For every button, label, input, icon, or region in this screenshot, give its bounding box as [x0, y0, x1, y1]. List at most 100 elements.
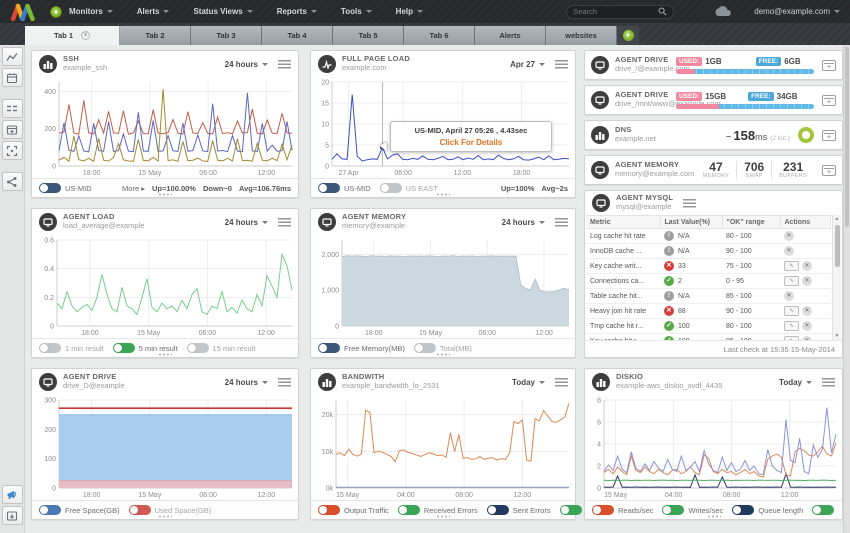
tab-1[interactable]: Tab 1x — [25, 26, 120, 45]
us-east-toggle[interactable] — [380, 183, 402, 193]
share-tool-button[interactable] — [2, 172, 23, 191]
drag-handle[interactable] — [436, 353, 450, 356]
nav-status-views[interactable]: Status Views — [193, 7, 252, 16]
nav-tools[interactable]: Tools — [341, 7, 372, 16]
add-monitor-icon[interactable]: + — [50, 6, 62, 18]
add-tab-button[interactable]: + — [617, 26, 639, 45]
tab-websites[interactable]: websites — [546, 26, 617, 45]
scroll-down-icon[interactable]: ▼ — [833, 333, 841, 339]
received-errors-toggle[interactable] — [398, 505, 420, 515]
all-toggle[interactable] — [560, 505, 582, 515]
output-traffic-toggle[interactable] — [318, 505, 340, 515]
tab-5[interactable]: Tab 5 — [333, 26, 404, 45]
search-icon[interactable] — [658, 7, 667, 16]
cloud-icon[interactable] — [714, 6, 732, 17]
all-toggle[interactable] — [812, 505, 834, 515]
queue-length-toggle[interactable] — [732, 505, 754, 515]
remove-icon[interactable]: ✕ — [802, 306, 812, 316]
full-page-load-chart[interactable]: 27 Apr06:0012:0018:0005101520 US-MID, Ap… — [312, 77, 574, 178]
sent-errors-toggle[interactable] — [487, 505, 509, 515]
column-header[interactable]: Last Value(%) — [660, 216, 722, 229]
tab-4[interactable]: Tab 4 — [262, 26, 333, 45]
free-memory-toggle[interactable] — [318, 343, 340, 353]
tab-3[interactable]: Tab 3 — [191, 26, 262, 45]
scroll-thumb[interactable] — [835, 225, 840, 267]
drag-handle[interactable] — [707, 515, 721, 518]
layout-tool-button[interactable] — [2, 99, 23, 118]
drag-handle[interactable] — [436, 193, 450, 196]
add-window-tool-button[interactable] — [2, 120, 23, 139]
widget-menu-icon[interactable] — [278, 60, 291, 69]
us-mid-toggle[interactable] — [39, 183, 61, 193]
widget-menu-icon[interactable] — [555, 378, 568, 387]
range-dropdown[interactable]: Today — [512, 378, 545, 387]
column-header[interactable]: Metric — [586, 216, 660, 229]
nav-monitors[interactable]: Monitors — [69, 7, 113, 16]
range-dropdown[interactable]: Today — [779, 378, 812, 387]
calendar-tool-button[interactable] — [2, 68, 23, 87]
sparkline-icon[interactable]: ∿ — [784, 306, 799, 316]
expand-icon[interactable] — [822, 95, 836, 106]
remove-icon[interactable]: ✕ — [784, 291, 794, 301]
range-dropdown[interactable]: 24 hours — [225, 378, 268, 387]
5min-toggle[interactable] — [113, 343, 135, 353]
us-mid-toggle[interactable] — [318, 183, 340, 193]
drag-handle[interactable] — [158, 353, 172, 356]
column-header[interactable]: "OK" range — [722, 216, 780, 229]
more-link[interactable]: More ▸ — [122, 184, 145, 193]
remove-icon[interactable]: ✕ — [802, 321, 812, 331]
15min-toggle[interactable] — [187, 343, 209, 353]
range-dropdown[interactable]: Apr 27 — [510, 60, 545, 69]
total-toggle[interactable] — [414, 343, 436, 353]
user-menu[interactable]: demo@example.com — [754, 7, 840, 16]
range-dropdown[interactable]: 24 hours — [225, 218, 268, 227]
agent-drive-chart[interactable]: 18:0015 May06:0012:000100200300 — [33, 395, 297, 500]
ssh-chart[interactable]: 18:0015 May06:0012:000200400 — [33, 77, 297, 178]
remove-icon[interactable]: ✕ — [784, 231, 794, 241]
widget-menu-icon[interactable] — [278, 218, 291, 227]
drag-handle[interactable] — [158, 515, 172, 518]
close-icon[interactable]: x — [81, 31, 90, 40]
fullscreen-tool-button[interactable] — [2, 141, 23, 160]
table-scrollbar[interactable]: ▲▼ — [832, 215, 841, 340]
agent-load-chart[interactable]: 18:0015 May06:0012:0000.20.40.6 — [33, 235, 297, 338]
free-space-toggle[interactable] — [39, 505, 61, 515]
nav-alerts[interactable]: Alerts — [137, 7, 170, 16]
diskio-chart[interactable]: 15 May04:0008:0012:0002468 — [586, 395, 841, 500]
drag-handle[interactable] — [158, 193, 172, 196]
export-button[interactable] — [2, 506, 23, 525]
remove-icon[interactable]: ✕ — [802, 261, 812, 271]
tab-2[interactable]: Tab 2 — [120, 26, 191, 45]
used-space-toggle[interactable] — [129, 505, 151, 515]
tooltip-details-link[interactable]: Click For Details — [397, 138, 545, 147]
tab-alerts[interactable]: Alerts — [475, 26, 546, 45]
drag-handle[interactable] — [436, 515, 450, 518]
agent-memory-chart[interactable]: 18:0015 May06:0012:0001,0002,000 — [312, 235, 574, 338]
range-dropdown[interactable]: 24 hours — [225, 60, 268, 69]
nav-reports[interactable]: Reports — [277, 7, 317, 16]
nav-help[interactable]: Help — [396, 7, 423, 16]
expand-icon[interactable] — [822, 165, 836, 176]
sparkline-icon[interactable]: ∿ — [784, 321, 799, 331]
bandwidth-chart[interactable]: 15 May04:0008:0012:000k10k20k — [312, 395, 574, 500]
remove-icon[interactable]: ✕ — [802, 276, 812, 286]
sparkline-icon[interactable]: ∿ — [784, 276, 799, 286]
page-scrollbar[interactable] — [843, 45, 850, 533]
expand-icon[interactable] — [822, 60, 836, 71]
charts-tool-button[interactable] — [2, 47, 23, 66]
remove-icon[interactable]: ✕ — [784, 246, 794, 256]
announcements-button[interactable] — [2, 485, 23, 504]
widget-menu-icon[interactable] — [822, 378, 835, 387]
writes-toggle[interactable] — [662, 505, 684, 515]
search-input[interactable] — [573, 7, 658, 16]
widget-menu-icon[interactable] — [555, 218, 568, 227]
widget-menu-icon[interactable] — [278, 378, 291, 387]
1min-toggle[interactable] — [39, 343, 61, 353]
reads-toggle[interactable] — [592, 505, 614, 515]
scroll-up-icon[interactable]: ▲ — [833, 216, 841, 222]
widget-menu-icon[interactable] — [683, 199, 696, 208]
tab-6[interactable]: Tab 6 — [404, 26, 475, 45]
widget-menu-icon[interactable] — [555, 60, 568, 69]
sparkline-icon[interactable]: ∿ — [784, 261, 799, 271]
column-header[interactable]: Actions — [780, 216, 831, 229]
